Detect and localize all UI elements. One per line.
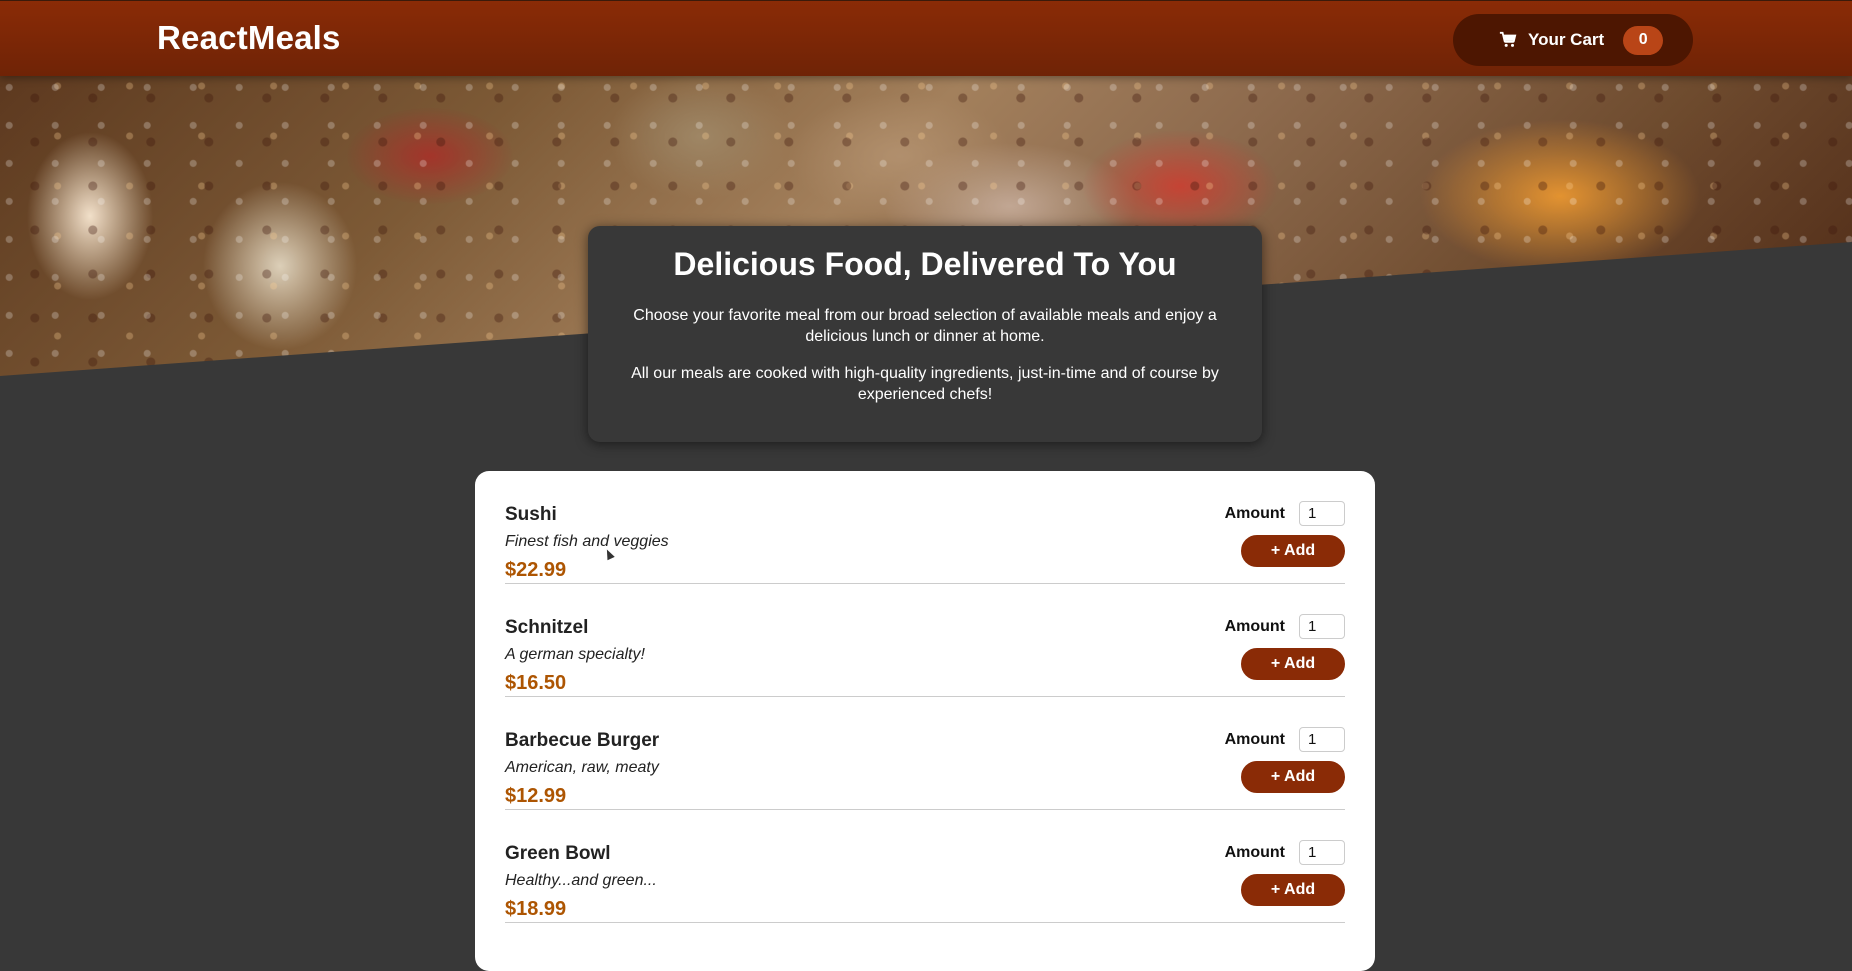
meals-summary: Delicious Food, Delivered To You Choose … <box>588 226 1262 442</box>
app-logo: ReactMeals <box>157 19 341 56</box>
summary-paragraph-2: All our meals are cooked with high-quali… <box>631 365 1219 403</box>
meal-price: $16.50 <box>505 672 567 694</box>
add-to-cart-button[interactable]: + Add <box>1241 648 1345 680</box>
meal-name: Green Bowl <box>505 843 611 864</box>
meal-description: Healthy...and green... <box>505 872 657 889</box>
add-to-cart-button[interactable]: + Add <box>1241 761 1345 793</box>
amount-input[interactable] <box>1299 614 1345 639</box>
meal-name: Schnitzel <box>505 617 589 638</box>
amount-label: Amount <box>1224 618 1285 635</box>
cart-count-badge: 0 <box>1623 25 1664 55</box>
meal-item-sushi: Sushi Finest fish and veggies $22.99 Amo… <box>505 471 1345 584</box>
add-to-cart-button[interactable]: + Add <box>1241 874 1345 906</box>
meal-description: A german specialty! <box>505 646 645 663</box>
cart-label: Your Cart <box>1528 30 1605 49</box>
meal-name: Sushi <box>505 504 557 525</box>
meal-item-barbecue-burger: Barbecue Burger American, raw, meaty $12… <box>505 697 1345 810</box>
add-to-cart-button[interactable]: + Add <box>1241 535 1345 567</box>
amount-input[interactable] <box>1299 840 1345 865</box>
meal-item-green-bowl: Green Bowl Healthy...and green... $18.99… <box>505 810 1345 923</box>
summary-paragraph-1: Choose your favorite meal from our broad… <box>633 307 1217 345</box>
meal-description: Finest fish and veggies <box>505 533 669 550</box>
amount-label: Amount <box>1224 731 1285 748</box>
cart-icon <box>1499 31 1517 47</box>
amount-label: Amount <box>1224 844 1285 861</box>
meal-item-schnitzel: Schnitzel A german specialty! $16.50 Amo… <box>505 584 1345 697</box>
meal-name: Barbecue Burger <box>505 730 660 751</box>
meal-price: $22.99 <box>505 559 567 581</box>
amount-input[interactable] <box>1299 501 1345 526</box>
available-meals-card: Sushi Finest fish and veggies $22.99 Amo… <box>475 471 1375 971</box>
summary-title: Delicious Food, Delivered To You <box>673 246 1177 282</box>
meal-price: $18.99 <box>505 898 567 920</box>
meal-price: $12.99 <box>505 785 567 807</box>
meal-description: American, raw, meaty <box>505 759 659 776</box>
amount-label: Amount <box>1224 505 1285 522</box>
app-header: ReactMeals Your Cart 0 <box>0 0 1852 76</box>
amount-input[interactable] <box>1299 727 1345 752</box>
cart-button[interactable]: Your Cart 0 <box>1453 14 1693 66</box>
